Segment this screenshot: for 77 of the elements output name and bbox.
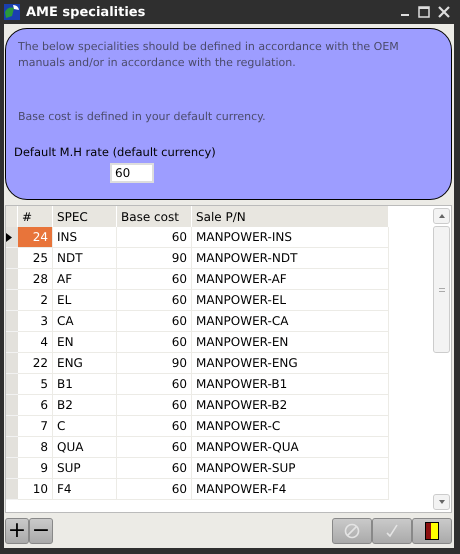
door-icon: [425, 522, 439, 540]
table-cell: 9: [18, 458, 53, 479]
table-cell: 60: [117, 227, 192, 248]
table-cell: MANPOWER-QUA: [192, 437, 389, 458]
table-cell: B1: [53, 374, 117, 395]
table-cell: 2: [18, 290, 53, 311]
table-cell: EN: [53, 332, 117, 353]
down-arrow-icon: [438, 500, 444, 504]
close-icon[interactable]: [438, 6, 450, 18]
table-cell: MANPOWER-NDT: [192, 248, 389, 269]
table-cell: 8: [18, 437, 53, 458]
table-cell: 60: [117, 269, 192, 290]
add-button[interactable]: +: [5, 518, 29, 544]
table-cell: 10: [18, 479, 53, 500]
table-cell: 25: [18, 248, 53, 269]
table-cell: 60: [117, 437, 192, 458]
table-cell: CA: [53, 311, 117, 332]
column-header[interactable]: #: [18, 206, 53, 227]
table-cell: MANPOWER-AF: [192, 269, 389, 290]
table-cell: 60: [117, 290, 192, 311]
table-cell: MANPOWER-F4: [192, 479, 389, 500]
info-text: Base cost is defined in your default currency.: [18, 109, 267, 125]
table-cell: 60: [117, 374, 192, 395]
table-cell: MANPOWER-EN: [192, 332, 389, 353]
table-cell: ENG: [53, 353, 117, 374]
table-cell: 24: [18, 227, 53, 248]
table-cell: 90: [117, 353, 192, 374]
scrollbar-thumb[interactable]: [433, 226, 450, 353]
table-cell: 60: [117, 416, 192, 437]
exit-button[interactable]: [412, 518, 452, 544]
table-cell: SUP: [53, 458, 117, 479]
table-cell: 60: [117, 311, 192, 332]
table-cell: 22: [18, 353, 53, 374]
table-cell: 5: [18, 374, 53, 395]
column-header[interactable]: Sale P/N: [192, 206, 389, 227]
table-cell: MANPOWER-ENG: [192, 353, 389, 374]
table-cell: 6: [18, 395, 53, 416]
window-title: AME specialities: [26, 4, 146, 20]
table-cell: 60: [117, 479, 192, 500]
row-header[interactable]: [6, 227, 18, 248]
table-cell: MANPOWER-C: [192, 416, 389, 437]
table-cell: QUA: [53, 437, 117, 458]
table-cell: MANPOWER-INS: [192, 227, 389, 248]
table-cell: MANPOWER-B1: [192, 374, 389, 395]
column-header[interactable]: Base cost: [117, 206, 192, 227]
table-cell: MANPOWER-CA: [192, 311, 389, 332]
cancel-icon: [344, 523, 360, 539]
table-cell: B2: [53, 395, 117, 416]
scroll-down-button[interactable]: [433, 494, 450, 510]
table-cell: NDT: [53, 248, 117, 269]
app-icon: [4, 4, 20, 20]
up-arrow-icon: [438, 214, 444, 218]
info-text: The below specialities should be defined in accordance with the OEM manuals and/or in accordance with the regulation.: [18, 39, 400, 71]
table-cell: 3: [18, 311, 53, 332]
table-cell: MANPOWER-SUP: [192, 458, 389, 479]
table-cell: MANPOWER-EL: [192, 290, 389, 311]
grip-icon: [438, 288, 444, 292]
rate-field[interactable]: 60: [110, 163, 154, 183]
column-header[interactable]: SPEC: [53, 206, 117, 227]
table-cell: INS: [53, 227, 117, 248]
table-cell: F4: [53, 479, 117, 500]
table-cell: 4: [18, 332, 53, 353]
table-cell: 90: [117, 248, 192, 269]
table-cell: 60: [117, 458, 192, 479]
remove-button[interactable]: −: [29, 518, 53, 544]
table-cell: C: [53, 416, 117, 437]
table-cell: AF: [53, 269, 117, 290]
table-cell: EL: [53, 290, 117, 311]
table-cell: 7: [18, 416, 53, 437]
maximize-icon[interactable]: [418, 6, 430, 18]
table-cell: 60: [117, 332, 192, 353]
table-cell: 60: [117, 395, 192, 416]
table-cell: MANPOWER-B2: [192, 395, 389, 416]
check-icon: [384, 523, 400, 539]
rate-label: Default M.H rate (default currency): [14, 145, 217, 159]
table-cell: 28: [18, 269, 53, 290]
scroll-up-button[interactable]: [433, 208, 450, 224]
